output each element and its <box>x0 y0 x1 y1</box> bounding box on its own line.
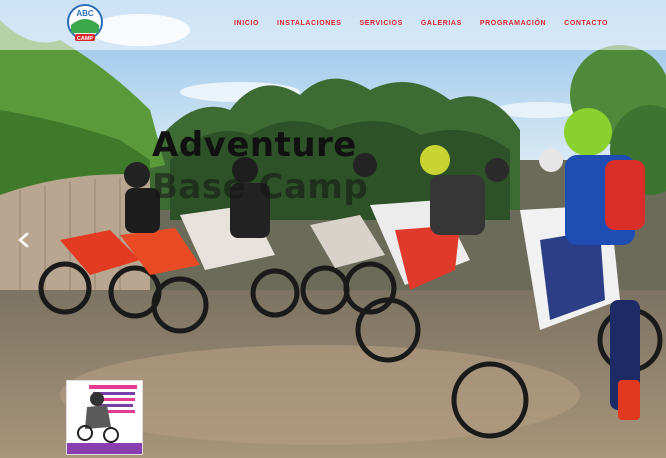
nav-item-instalaciones[interactable]: INSTALACIONES <box>277 20 341 27</box>
nav-item-servicios[interactable]: SERVICIOS <box>359 20 402 27</box>
logo-text-bottom: CAMP <box>77 36 94 42</box>
hero-title-line1: Adventure <box>152 125 357 165</box>
promo-flyer-image <box>67 381 142 454</box>
top-navigation-bar: ABC CAMP INICIO INSTALACIONES SERVICIOS … <box>0 0 666 50</box>
nav-item-programacion[interactable]: PROGRAMACIÓN <box>480 20 546 27</box>
hero-title-line2: Base Camp <box>152 167 369 207</box>
main-nav: INICIO INSTALACIONES SERVICIOS GALERIAS … <box>216 20 608 27</box>
nav-item-galerias[interactable]: GALERIAS <box>421 20 462 27</box>
promo-flyer-thumbnail[interactable] <box>66 380 143 455</box>
brand-logo[interactable]: ABC CAMP <box>67 3 103 45</box>
chevron-left-icon[interactable] <box>16 231 34 249</box>
nav-item-contacto[interactable]: CONTACTO <box>564 20 608 27</box>
logo-text-top: ABC <box>76 9 94 18</box>
hero-title: Adventure Base Camp <box>152 124 512 208</box>
nav-item-inicio[interactable]: INICIO <box>234 20 259 27</box>
